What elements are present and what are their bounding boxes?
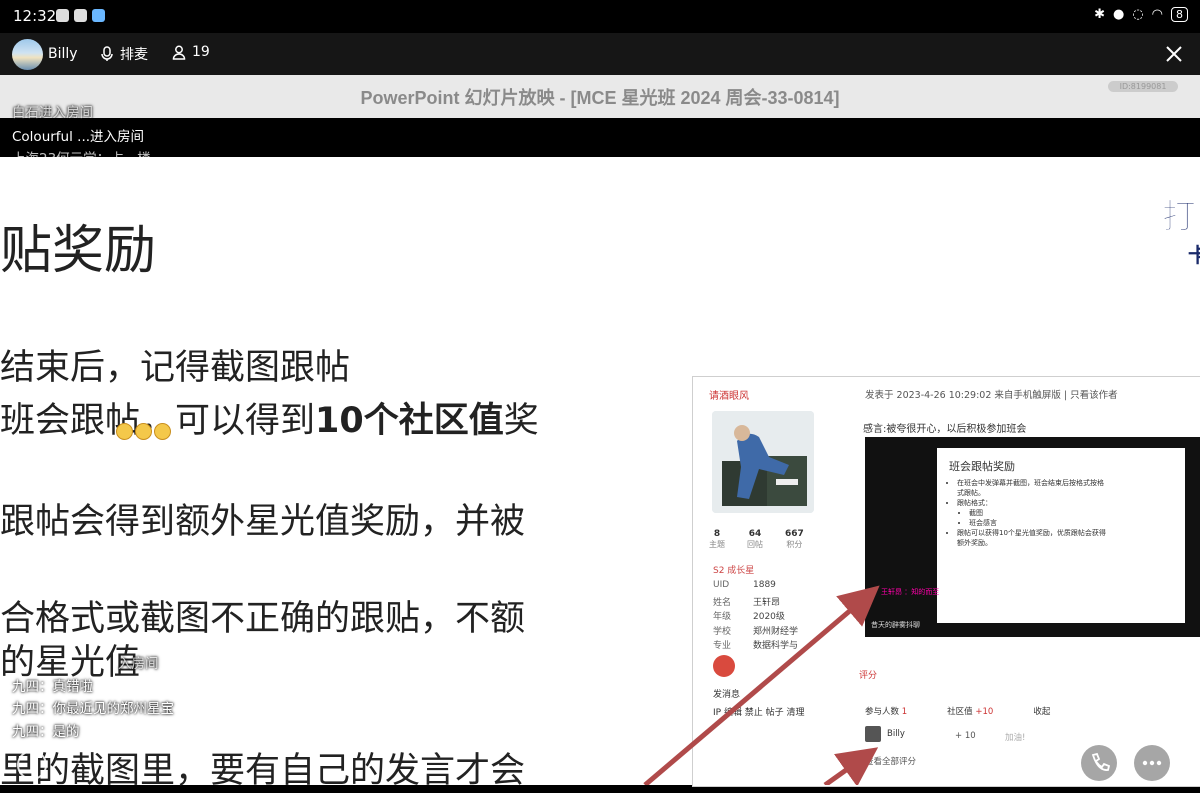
notification-icons <box>56 9 105 22</box>
slide-decoration: 打 卡 <box>1162 197 1200 267</box>
app-notification-icon <box>56 9 69 22</box>
user-profile: UID 1889 姓名 王轩昂 年级 2020级 学校 郑州财经学 专业 数据科学与 <box>713 580 798 653</box>
stat-replies: 64 回帖 <box>747 529 763 549</box>
wifi-icon: ◠ <box>1151 7 1163 22</box>
status-time: 12:32 <box>13 7 57 25</box>
danmaku-message: 上海23何云学：占一楼 <box>12 147 151 157</box>
danmaku-message: 九四：你最近见的郑州星宝 <box>12 701 174 717</box>
rating-header: 参与人数 1 社区值 +10 收起 <box>865 707 1051 717</box>
svg-text:卡: 卡 <box>1188 243 1200 266</box>
profile-row: 学校 郑州财经学 <box>713 626 799 637</box>
embedded-caption: 昔天的辟雾抖聊 <box>871 621 920 629</box>
moderation-links: IP 编辑 禁止 帖子 清理 <box>713 708 805 718</box>
laugh-emoji-icon <box>116 423 133 440</box>
viewer-count: 19 <box>192 44 210 60</box>
forum-post-screenshot: 请酒眼风 8 主题 64 回帖 667 积分 S2 成长星 UID 1889 姓名 王轩昂… <box>692 376 1200 787</box>
letterbox-band <box>0 118 1200 157</box>
people-icon <box>172 45 186 60</box>
host-name[interactable]: Billy <box>48 46 78 62</box>
mic-icon <box>101 46 113 61</box>
slide-line-2: 班会跟帖，可以得到10个社区值奖 <box>0 392 539 443</box>
rater-row: Billy <box>865 726 905 742</box>
user-stats: 8 主题 64 回帖 667 积分 <box>709 529 804 550</box>
status-bar: 12:32 ✱ ● ◌ ◠ 8 <box>0 0 1200 33</box>
embedded-slide: 班会跟帖奖励 在班会中发弹幕并截图，班会结束后按格式按格式跟帖。 跟帖格式： 截… <box>937 448 1185 623</box>
app-notification-icon <box>92 9 105 22</box>
embedded-slide-points: 在班会中发弹幕并截图，班会结束后按格式按格式跟帖。 跟帖格式： 截图 班会感言 … <box>941 478 1107 548</box>
viewer-count-button[interactable]: 19 <box>172 44 210 60</box>
post-text: 感言:被夸很开心，以后积极参加班会 <box>863 424 1027 435</box>
emoji-reactions <box>116 423 171 440</box>
mic-queue-button[interactable]: 排麦 <box>100 44 148 64</box>
user-portrait-image <box>712 411 814 513</box>
danmaku-message: 九四：是的 <box>12 724 80 740</box>
medal-icon <box>713 655 735 677</box>
battery-icon: 8 <box>1171 7 1188 22</box>
profile-row: 专业 数据科学与 <box>713 641 799 651</box>
send-message-link: 发消息 <box>713 690 741 700</box>
slide-id-badge: ID:8199081 <box>1108 81 1178 92</box>
danmaku-message: 入房间 <box>118 656 159 672</box>
host-avatar[interactable] <box>12 39 43 70</box>
mute-icon: ◌ <box>1132 7 1144 22</box>
slide-heading: 贴奖励 <box>0 221 157 281</box>
stat-points: 667 积分 <box>785 529 804 549</box>
expand-button[interactable] <box>17 750 47 780</box>
rater-value: + 10 <box>955 731 976 741</box>
more-button[interactable] <box>1134 745 1170 781</box>
forum-username: 请酒眼风 <box>709 391 749 402</box>
slideshow-title: PowerPoint 幻灯片放映 - [MCE 星光班 2024 周会-33-0… <box>360 88 840 108</box>
rater-avatar <box>865 726 881 742</box>
svg-text:打: 打 <box>1162 197 1196 237</box>
danmaku-message: 白石进入房间 <box>12 105 93 121</box>
mic-status-icon: ● <box>1112 7 1125 22</box>
danmaku-message: Colourful ...进入房间 <box>12 129 145 145</box>
call-button[interactable] <box>1081 745 1117 781</box>
close-icon[interactable] <box>1163 43 1185 65</box>
system-icons: ✱ ● ◌ ◠ 8 <box>1094 7 1188 22</box>
rating-label: 评分 <box>859 671 878 681</box>
stat-topics: 8 主题 <box>709 529 725 549</box>
room-header: Billy 排麦 19 <box>0 33 1200 75</box>
slide-line-3: 跟帖会得到额外星光值奖励，并被 <box>0 502 526 542</box>
phone-icon <box>1091 752 1111 771</box>
laugh-emoji-icon <box>135 423 152 440</box>
laugh-emoji-icon <box>154 423 171 440</box>
post-meta: 发表于 2023-4-26 10:29:02 来自手机触屏版 | 只看该作者 <box>865 390 1118 401</box>
mic-queue-label: 排麦 <box>120 47 148 63</box>
rater-note: 加油! <box>1005 733 1026 743</box>
bluetooth-icon: ✱ <box>1094 7 1105 22</box>
danmaku-message: 九四：真错啦 <box>12 679 93 695</box>
user-level: S2 成长星 <box>713 566 755 576</box>
profile-row: 姓名 王轩昂 <box>713 597 781 608</box>
slide-line-6: 里的截图里，要有自己的发言才会 <box>0 751 526 791</box>
embedded-danmaku: 王轩昂 ：知的而至 <box>881 588 940 596</box>
app-notification-icon <box>74 9 87 22</box>
slide-line-2b: 10个社区值 <box>315 401 504 441</box>
profile-row: 年级 2020级 <box>713 612 785 622</box>
view-all-ratings: 查看全部评分 <box>865 757 917 767</box>
slide-line-2c: 奖 <box>503 401 539 441</box>
embedded-slide-title: 班会跟帖奖励 <box>949 460 1015 473</box>
more-icon <box>1142 760 1162 766</box>
profile-row: UID 1889 <box>713 580 776 590</box>
slide-line-1: 结束后，记得截图跟帖 <box>0 348 351 388</box>
